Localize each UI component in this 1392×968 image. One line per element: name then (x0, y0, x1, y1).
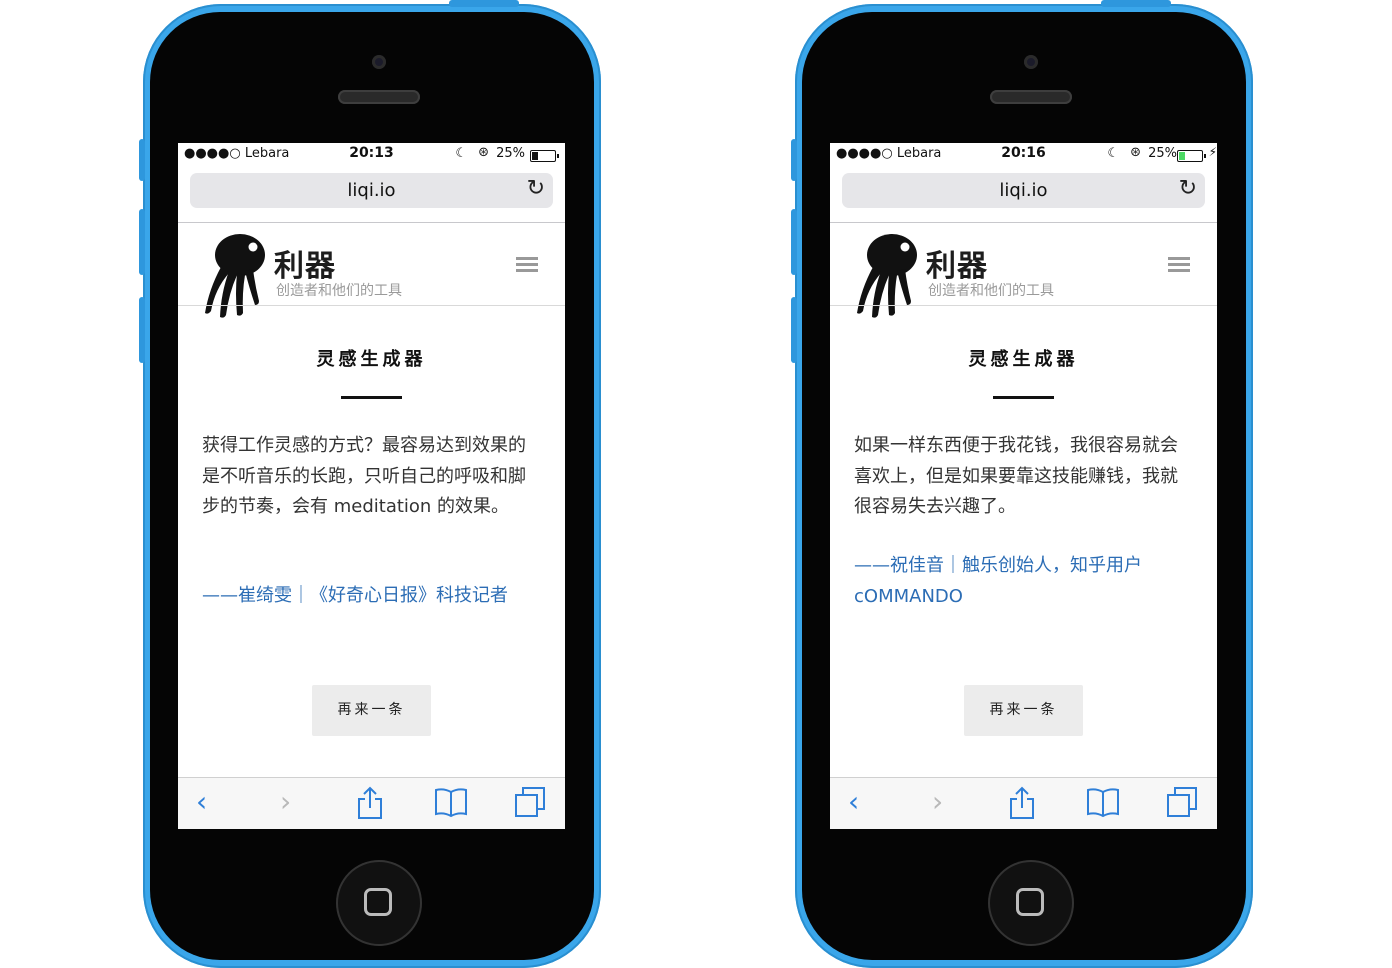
earpiece-speaker (990, 90, 1072, 104)
battery-percent: 25% (1148, 146, 1177, 161)
mute-switch (791, 139, 797, 181)
browser-screen: ●●●●○ Lebara 20:13 ☾ ⊛ 25% liqi.io ↻ 利器 … (178, 143, 565, 829)
status-bar: ●●●●○ Lebara 20:16 ☾ ⊛ 25% ⚡ (830, 143, 1217, 163)
home-square-icon (1016, 888, 1044, 916)
phone-right: ●●●●○ Lebara 20:16 ☾ ⊛ 25% ⚡ liqi.io ↻ 利… (791, 0, 1253, 968)
quote-attribution-link[interactable]: ——崔绮雯｜《好奇心日报》科技记者 (202, 581, 547, 612)
hamburger-menu-icon[interactable] (1168, 257, 1190, 275)
rotation-lock-icon: ⊛ (478, 145, 489, 160)
home-square-icon (364, 888, 392, 916)
earpiece-speaker (338, 90, 420, 104)
volume-up-button (139, 209, 145, 275)
url-text: liqi.io (999, 180, 1048, 201)
quote-attribution-link[interactable]: ——祝佳音｜触乐创始人，知乎用户 cOMMANDO (854, 551, 1199, 612)
reload-icon[interactable]: ↻ (527, 176, 545, 201)
battery-percent: 25% (496, 146, 525, 161)
next-quote-button[interactable]: 再来一条 (312, 685, 431, 736)
safari-toolbar: ‹ › (178, 777, 565, 829)
power-button (1101, 0, 1171, 7)
page-title: 灵感生成器 (968, 349, 1079, 370)
home-button[interactable] (988, 860, 1074, 946)
reload-icon[interactable]: ↻ (1179, 176, 1197, 201)
back-icon[interactable]: ‹ (196, 786, 207, 818)
volume-down-button (791, 297, 797, 363)
volume-down-button (139, 297, 145, 363)
share-icon[interactable] (1008, 786, 1036, 820)
bookmarks-icon[interactable] (434, 786, 468, 818)
tabs-icon[interactable] (514, 786, 546, 818)
quote-text: 获得工作灵感的方式？最容易达到效果的是不听音乐的长跑，只听自己的呼吸和脚步的节奏… (202, 435, 526, 517)
front-camera (1024, 55, 1038, 69)
volume-up-button (791, 209, 797, 275)
page-title: 灵感生成器 (316, 349, 427, 370)
title-underline (993, 396, 1054, 399)
browser-screen: ●●●●○ Lebara 20:16 ☾ ⊛ 25% ⚡ liqi.io ↻ 利… (830, 143, 1217, 829)
url-text: liqi.io (347, 180, 396, 201)
next-quote-button[interactable]: 再来一条 (964, 685, 1083, 736)
bookmarks-icon[interactable] (1086, 786, 1120, 818)
moon-icon: ☾ (455, 146, 467, 161)
site-tagline: 创造者和他们的工具 (928, 283, 1054, 299)
home-button[interactable] (336, 860, 422, 946)
power-button (449, 0, 519, 7)
tabs-icon[interactable] (1166, 786, 1198, 818)
divider (830, 222, 1217, 223)
header-divider (830, 305, 1217, 306)
moon-icon: ☾ (1107, 146, 1119, 161)
site-brand[interactable]: 利器 (926, 241, 988, 285)
address-bar[interactable]: liqi.io ↻ (190, 173, 553, 208)
rotation-lock-icon: ⊛ (1130, 145, 1141, 160)
status-bar: ●●●●○ Lebara 20:13 ☾ ⊛ 25% (178, 143, 565, 163)
front-camera (372, 55, 386, 69)
forward-icon[interactable]: › (932, 786, 943, 818)
title-underline (341, 396, 402, 399)
site-tagline: 创造者和他们的工具 (276, 283, 402, 299)
back-icon[interactable]: ‹ (848, 786, 859, 818)
quote-text: 如果一样东西便于我花钱，我很容易就会喜欢上，但是如果要靠这技能赚钱，我就很容易失… (854, 435, 1178, 517)
safari-toolbar: ‹ › (830, 777, 1217, 829)
mute-switch (139, 139, 145, 181)
header-divider (178, 305, 565, 306)
address-bar[interactable]: liqi.io ↻ (842, 173, 1205, 208)
phone-left: ●●●●○ Lebara 20:13 ☾ ⊛ 25% liqi.io ↻ 利器 … (139, 0, 601, 968)
forward-icon[interactable]: › (280, 786, 291, 818)
hamburger-menu-icon[interactable] (516, 257, 538, 275)
share-icon[interactable] (356, 786, 384, 820)
site-brand[interactable]: 利器 (274, 241, 336, 285)
battery-icon (530, 150, 559, 162)
charging-bolt-icon: ⚡ (1208, 145, 1217, 159)
divider (178, 222, 565, 223)
battery-icon (1177, 150, 1206, 162)
